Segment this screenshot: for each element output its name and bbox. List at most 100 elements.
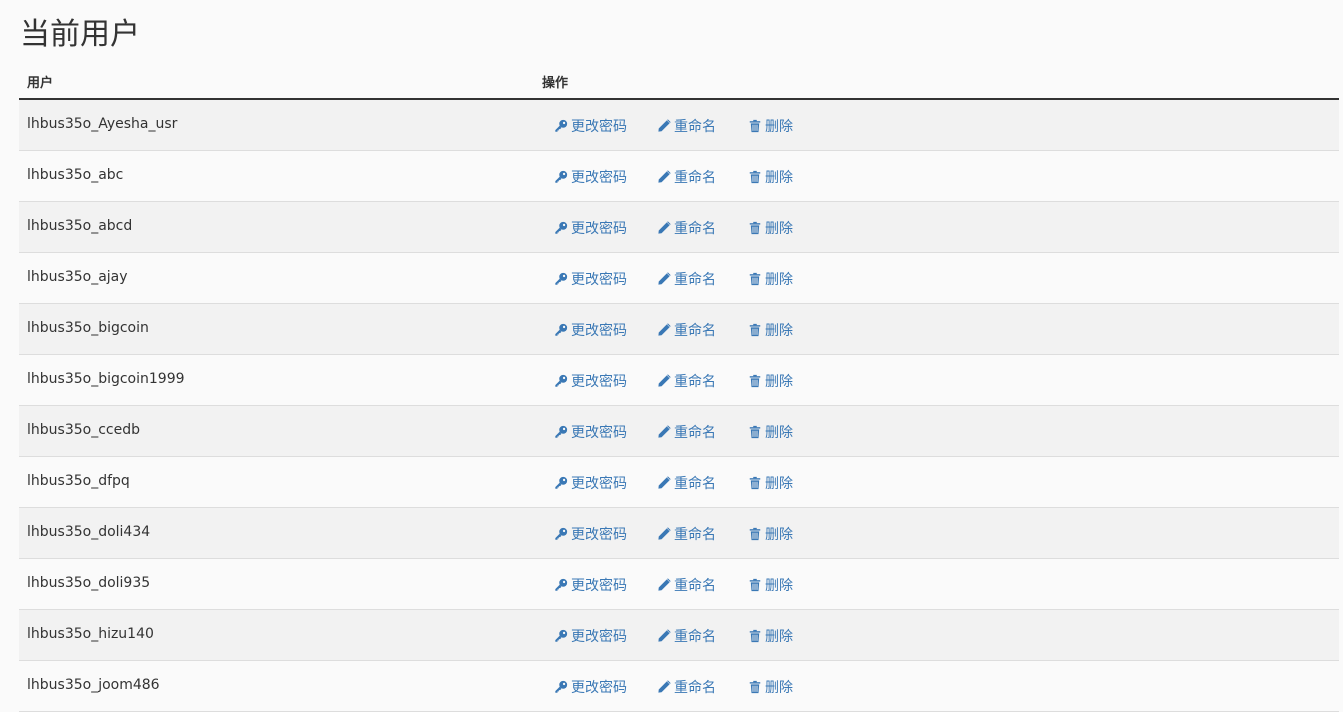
delete-link[interactable]: 删除 — [748, 626, 793, 646]
rename-link[interactable]: 重命名 — [657, 116, 716, 136]
trash-icon — [748, 425, 762, 439]
rename-label: 重命名 — [674, 476, 716, 492]
username: lhbus35o_doli434 — [27, 524, 151, 540]
username: lhbus35o_joom486 — [27, 677, 160, 693]
rename-link[interactable]: 重命名 — [657, 269, 716, 289]
rename-link[interactable]: 重命名 — [657, 473, 716, 493]
key-icon — [554, 527, 568, 541]
change-password-link[interactable]: 更改密码 — [554, 422, 627, 442]
trash-icon — [748, 119, 762, 133]
trash-icon — [748, 578, 762, 592]
pencil-icon — [657, 170, 671, 184]
change-password-link[interactable]: 更改密码 — [554, 473, 627, 493]
delete-label: 删除 — [765, 527, 793, 543]
rename-label: 重命名 — [674, 221, 716, 237]
table-row: lhbus35o_ajay 更改密码 重命名 删除 — [19, 253, 1339, 304]
change-password-link[interactable]: 更改密码 — [554, 116, 627, 136]
pencil-icon — [657, 629, 671, 643]
change-password-link[interactable]: 更改密码 — [554, 320, 627, 340]
change-password-link[interactable]: 更改密码 — [554, 218, 627, 238]
table-body: lhbus35o_Ayesha_usr 更改密码 重命名 删除 lhbus35o_abc… — [19, 100, 1339, 712]
trash-icon — [748, 680, 762, 694]
delete-link[interactable]: 删除 — [748, 320, 793, 340]
rename-link[interactable]: 重命名 — [657, 371, 716, 391]
column-header-user: 用户 — [27, 76, 54, 91]
delete-link[interactable]: 删除 — [748, 371, 793, 391]
delete-label: 删除 — [765, 374, 793, 390]
pencil-icon — [657, 119, 671, 133]
change-password-label: 更改密码 — [571, 170, 627, 186]
rename-link[interactable]: 重命名 — [657, 218, 716, 238]
change-password-link[interactable]: 更改密码 — [554, 371, 627, 391]
pencil-icon — [657, 374, 671, 388]
change-password-link[interactable]: 更改密码 — [554, 677, 627, 697]
delete-link[interactable]: 删除 — [748, 575, 793, 595]
change-password-label: 更改密码 — [571, 680, 627, 696]
username: lhbus35o_ccedb — [27, 422, 140, 438]
delete-link[interactable]: 删除 — [748, 422, 793, 442]
key-icon — [554, 221, 568, 235]
delete-label: 删除 — [765, 578, 793, 594]
pencil-icon — [657, 272, 671, 286]
rename-link[interactable]: 重命名 — [657, 320, 716, 340]
rename-label: 重命名 — [674, 527, 716, 543]
table-row: lhbus35o_doli935 更改密码 重命名 删除 — [19, 559, 1339, 610]
username: lhbus35o_abcd — [27, 218, 133, 234]
username: lhbus35o_abc — [27, 167, 124, 183]
rename-link[interactable]: 重命名 — [657, 575, 716, 595]
table-row: lhbus35o_abcd 更改密码 重命名 删除 — [19, 202, 1339, 253]
key-icon — [554, 629, 568, 643]
delete-link[interactable]: 删除 — [748, 218, 793, 238]
trash-icon — [748, 272, 762, 286]
key-icon — [554, 374, 568, 388]
delete-label: 删除 — [765, 323, 793, 339]
column-header-actions: 操作 — [542, 76, 569, 91]
key-icon — [554, 323, 568, 337]
rename-label: 重命名 — [674, 578, 716, 594]
change-password-link[interactable]: 更改密码 — [554, 269, 627, 289]
rename-label: 重命名 — [674, 374, 716, 390]
trash-icon — [748, 527, 762, 541]
delete-link[interactable]: 删除 — [748, 677, 793, 697]
change-password-label: 更改密码 — [571, 221, 627, 237]
delete-label: 删除 — [765, 680, 793, 696]
delete-link[interactable]: 删除 — [748, 167, 793, 187]
pencil-icon — [657, 527, 671, 541]
username: lhbus35o_ajay — [27, 269, 128, 285]
rename-link[interactable]: 重命名 — [657, 167, 716, 187]
change-password-label: 更改密码 — [571, 119, 627, 135]
trash-icon — [748, 374, 762, 388]
delete-link[interactable]: 删除 — [748, 473, 793, 493]
delete-link[interactable]: 删除 — [748, 269, 793, 289]
trash-icon — [748, 629, 762, 643]
table-row: lhbus35o_ccedb 更改密码 重命名 删除 — [19, 406, 1339, 457]
pencil-icon — [657, 323, 671, 337]
delete-link[interactable]: 删除 — [748, 116, 793, 136]
delete-label: 删除 — [765, 119, 793, 135]
username: lhbus35o_hizu140 — [27, 626, 154, 642]
change-password-label: 更改密码 — [571, 476, 627, 492]
change-password-label: 更改密码 — [571, 425, 627, 441]
rename-label: 重命名 — [674, 680, 716, 696]
rename-link[interactable]: 重命名 — [657, 677, 716, 697]
rename-link[interactable]: 重命名 — [657, 626, 716, 646]
delete-label: 删除 — [765, 221, 793, 237]
delete-link[interactable]: 删除 — [748, 524, 793, 544]
delete-label: 删除 — [765, 170, 793, 186]
change-password-label: 更改密码 — [571, 272, 627, 288]
table-row: lhbus35o_hizu140 更改密码 重命名 删除 — [19, 610, 1339, 661]
change-password-link[interactable]: 更改密码 — [554, 167, 627, 187]
delete-label: 删除 — [765, 272, 793, 288]
rename-link[interactable]: 重命名 — [657, 524, 716, 544]
change-password-link[interactable]: 更改密码 — [554, 524, 627, 544]
username: lhbus35o_doli935 — [27, 575, 151, 591]
key-icon — [554, 170, 568, 184]
rename-link[interactable]: 重命名 — [657, 422, 716, 442]
key-icon — [554, 578, 568, 592]
trash-icon — [748, 170, 762, 184]
change-password-label: 更改密码 — [571, 629, 627, 645]
change-password-link[interactable]: 更改密码 — [554, 575, 627, 595]
change-password-label: 更改密码 — [571, 323, 627, 339]
change-password-link[interactable]: 更改密码 — [554, 626, 627, 646]
delete-label: 删除 — [765, 476, 793, 492]
